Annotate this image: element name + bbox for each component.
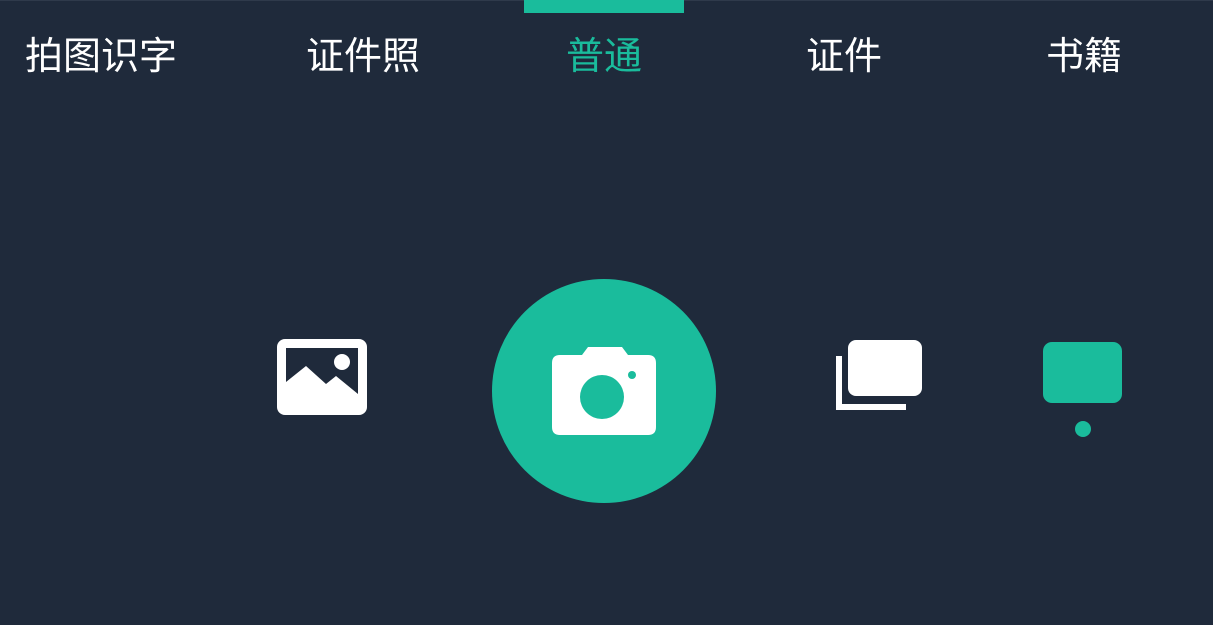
tab-id-photo[interactable]: 证件照 bbox=[306, 28, 420, 84]
tab-photo-text-recognition[interactable]: 拍图识字 bbox=[25, 28, 177, 84]
last-photo-thumbnail[interactable] bbox=[1043, 342, 1122, 403]
image-icon bbox=[277, 339, 367, 415]
gallery-button[interactable] bbox=[276, 338, 368, 416]
camera-icon bbox=[552, 347, 656, 435]
active-tab-indicator bbox=[524, 0, 684, 13]
thumbnail-indicator-dot bbox=[1075, 421, 1091, 437]
capture-controls bbox=[0, 260, 1213, 520]
tab-books[interactable]: 书籍 bbox=[1046, 28, 1122, 84]
batch-capture-button[interactable] bbox=[834, 340, 924, 412]
camera-screen: 拍图识字 证件照 普通 证件 书籍 bbox=[0, 0, 1213, 625]
tab-id-document[interactable]: 证件 bbox=[806, 28, 882, 84]
mode-tabs: 拍图识字 证件照 普通 证件 书籍 bbox=[0, 0, 1213, 110]
tab-normal[interactable]: 普通 bbox=[566, 28, 642, 84]
stacked-photos-icon bbox=[836, 340, 922, 410]
shutter-button[interactable] bbox=[492, 279, 716, 503]
